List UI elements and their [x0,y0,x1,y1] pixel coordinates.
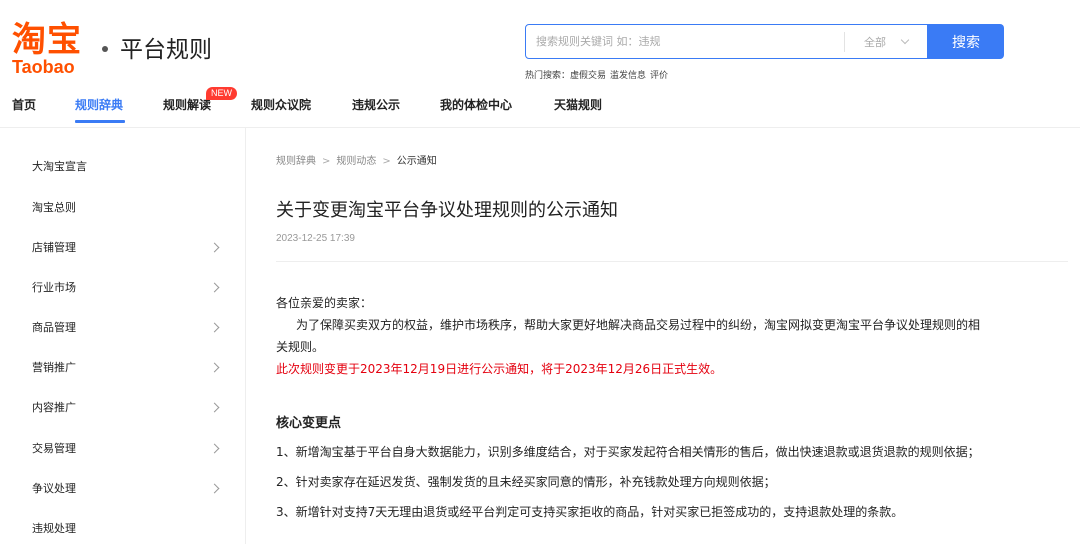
hot-search: 热门搜索：虚假交易 滥发信息 评价 [525,68,672,81]
taobao-logo[interactable]: 淘宝 Taobao [12,22,92,78]
sidebar-item-label: 商品管理 [32,321,76,334]
main-nav: 首页 规则辞典 规则解读 NEW 规则众议院 违规公示 我的体检中心 天猫规则 [0,87,1080,126]
hot-term[interactable]: 虚假交易 [570,71,606,81]
change-item: 2、针对卖家存在延迟发货、强制发货的且未经买家同意的情形，补充钱款处理方向规则依… [276,475,776,489]
breadcrumb-item[interactable]: 规则辞典 [276,156,316,167]
chevron-right-icon [209,362,220,372]
sidebar-item-dispute-handling[interactable]: 争议处理 [32,480,222,496]
sidebar-item-label: 争议处理 [32,482,76,495]
chevron-right-icon [209,483,220,493]
logo-en: Taobao [12,57,75,77]
nav-violation-notice[interactable]: 违规公示 [352,96,400,113]
sidebar: 大淘宝宣言 淘宝总则 店铺管理 行业市场 商品管理 营销推广 内容推广 交易管理… [12,128,246,544]
site-title: 平台规则 [120,37,212,63]
search-scope-label: 全部 [864,35,886,49]
sidebar-item-store-management[interactable]: 店铺管理 [32,239,222,255]
article-title: 关于变更淘宝平台争议处理规则的公示通知 [276,200,618,221]
sidebar-item-label: 营销推广 [32,361,76,374]
search-scope-select[interactable]: 全部 [845,34,927,50]
sidebar-item-general-rules[interactable]: 淘宝总则 [32,199,222,215]
article-intro-line2: 关规则。 [276,340,325,354]
content-divider [276,261,1068,262]
breadcrumb-item[interactable]: 规则动态 [336,156,376,167]
sidebar-item-product-management[interactable]: 商品管理 [32,319,222,335]
sidebar-item-violation-handling[interactable]: 违规处理 [32,520,222,536]
chevron-right-icon [209,443,220,453]
breadcrumb-current: 公示通知 [396,156,437,167]
nav-rules-dictionary[interactable]: 规则辞典 [75,96,123,113]
article-intro-line1: 为了保障买卖双方的权益，维护市场秩序，帮助大家更好地解决商品交易过程中的纠纷，淘… [296,318,981,332]
sidebar-item-label: 淘宝总则 [32,201,76,214]
logo-cn: 淘宝 [12,20,82,60]
nav-home[interactable]: 首页 [12,96,36,113]
search-button[interactable]: 搜索 [928,24,1004,59]
chevron-right-icon [209,402,220,412]
sidebar-item-industry-market[interactable]: 行业市场 [32,279,222,295]
sidebar-item-label: 行业市场 [32,281,76,294]
hot-term[interactable]: 滥发信息 [610,71,646,81]
sidebar-item-label: 违规处理 [32,522,76,535]
breadcrumb-separator: > [382,156,391,167]
change-item: 1、新增淘宝基于平台自身大数据能力，识别多维度结合，对于买家发起符合相关情形的售… [276,445,980,459]
sidebar-item-transaction-management[interactable]: 交易管理 [32,440,222,456]
article-greeting: 各位亲爱的卖家： [276,296,373,310]
section-title: 核心变更点 [276,416,342,431]
breadcrumb: 规则辞典 > 规则动态 > 公示通知 [276,152,437,167]
chevron-right-icon [209,322,220,332]
nav-my-checkup[interactable]: 我的体检中心 [440,96,512,113]
sidebar-item-content-promotion[interactable]: 内容推广 [32,399,222,415]
sidebar-item-label: 交易管理 [32,442,76,455]
sidebar-item-label: 内容推广 [32,401,76,414]
article-date: 2023-12-25 17:39 [276,233,355,244]
sidebar-item-label: 店铺管理 [32,241,76,254]
sidebar-item-taobao-manifesto[interactable]: 大淘宝宣言 [32,158,222,174]
nav-active-indicator [75,120,125,123]
hot-term[interactable]: 评价 [650,71,668,81]
hot-search-label: 热门搜索： [525,71,571,81]
new-badge: NEW [206,87,237,100]
sidebar-item-marketing[interactable]: 营销推广 [32,359,222,375]
search-box: 全部 [525,24,928,59]
chevron-right-icon [209,242,220,252]
breadcrumb-separator: > [322,156,331,167]
chevron-right-icon [209,282,220,292]
sidebar-item-label: 大淘宝宣言 [32,160,87,173]
article-effective-notice: 此次规则变更于2023年12月19日进行公示通知，将于2023年12月26日正式… [276,362,723,376]
title-dot [102,46,108,52]
nav-tmall-rules[interactable]: 天猫规则 [554,96,602,113]
nav-rules-forum[interactable]: 规则众议院 [251,96,311,113]
chevron-down-icon [900,35,910,45]
search-input[interactable] [526,25,844,58]
nav-rules-interpretation[interactable]: 规则解读 [163,96,211,113]
change-item: 3、新增针对支持7天无理由退货或经平台判定可支持买家拒收的商品，针对买家已拒签成… [276,505,904,519]
